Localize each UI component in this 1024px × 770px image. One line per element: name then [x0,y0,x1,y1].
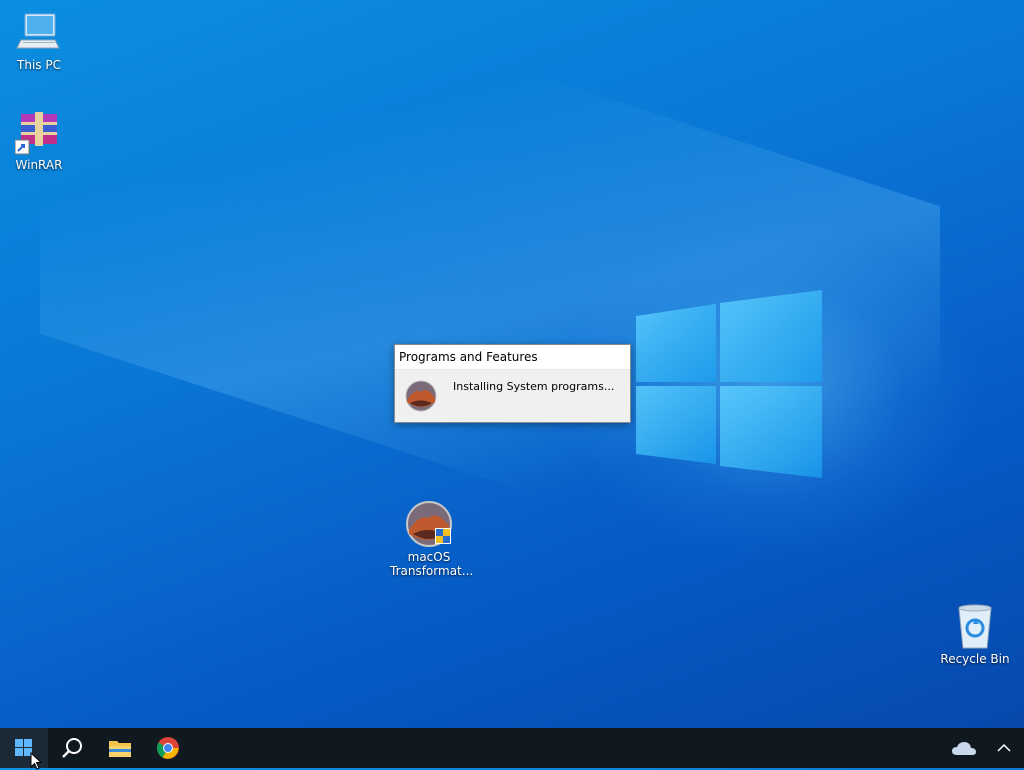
winrar-icon [14,108,63,156]
taskbar [0,728,1024,768]
tray-onedrive[interactable] [944,728,984,768]
windows-logo-wallpaper [636,290,822,478]
chrome-icon [156,737,179,759]
desktop-icon-macos-transformation[interactable]: macOS Transformat... [390,500,474,578]
macos-icon [405,380,437,412]
taskbar-file-explorer[interactable] [96,728,144,768]
desktop-icon-recycle-bin[interactable]: Recycle Bin [936,602,1014,666]
desktop-icon-this-pc[interactable]: This PC [0,8,78,72]
search-button[interactable] [48,728,96,768]
file-explorer-icon [109,741,131,757]
popup-title: Programs and Features [395,345,630,369]
onedrive-icon [952,742,976,755]
desktop-icon-label: WinRAR [15,158,63,172]
this-pc-icon [15,8,63,56]
programs-and-features-popup[interactable]: Programs and Features Installing System … [394,344,631,423]
taskbar-chrome[interactable] [144,728,192,768]
desktop-icon-winrar[interactable]: WinRAR [0,108,78,172]
macos-transformation-icon [405,500,453,548]
popup-body: Installing System programs... [395,369,630,422]
desktop-icon-label: macOS Transformat... [390,550,474,578]
recycle-bin-icon [951,602,999,650]
system-tray [944,728,1024,768]
desktop-icon-label: This PC [17,58,61,72]
search-icon [62,738,82,758]
chevron-up-icon [997,743,1011,752]
popup-message: Installing System programs... [453,380,615,393]
desktop: This PC WinRAR macOS Transformat... Recy… [0,0,1024,728]
tray-show-hidden-icons[interactable] [984,728,1024,768]
mouse-cursor-icon [30,752,43,770]
desktop-icon-label: Recycle Bin [940,652,1010,666]
